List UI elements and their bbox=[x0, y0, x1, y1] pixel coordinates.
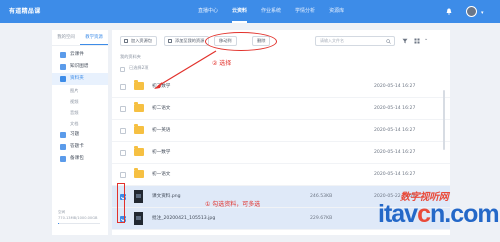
brand-logo[interactable]: 有道精品课 bbox=[9, 6, 41, 15]
file-name[interactable]: 初一英语 bbox=[152, 120, 170, 142]
file-date: 2020-05-14 16:27 bbox=[374, 84, 416, 89]
top-bar: 有道精品课 直播中心 云资料 作业系统 学情分析 资源库 ▾ bbox=[0, 0, 500, 23]
sidebar-item-label: 习题 bbox=[70, 132, 80, 137]
file-name[interactable]: 初二语文 bbox=[152, 98, 170, 120]
image-thumbnail bbox=[134, 190, 143, 203]
breadcrumb[interactable]: 我的资料夹 bbox=[120, 54, 141, 60]
nav-item-homework[interactable]: 作业系统 bbox=[261, 0, 281, 23]
tab-teaching-resources[interactable]: 教学资源 bbox=[80, 30, 108, 45]
search-input[interactable]: 请输入文件名 bbox=[315, 36, 395, 46]
nav-item-analysis[interactable]: 学情分析 bbox=[295, 0, 315, 23]
file-date: 2020-05-14 16:27 bbox=[374, 128, 416, 133]
storage-info: 空间 770.13MB/1000.00GB bbox=[58, 209, 97, 221]
nav-item-library[interactable]: 资源库 bbox=[329, 0, 344, 23]
add-to-resources-button[interactable]: 添加至我的资源 bbox=[164, 36, 210, 46]
sidebar-item-lesson-package[interactable]: 备课包 bbox=[52, 153, 108, 165]
file-name[interactable]: 批注_20200421_105513.jpg bbox=[152, 208, 215, 230]
link-icon bbox=[168, 39, 172, 43]
bell-icon[interactable] bbox=[446, 8, 452, 15]
row-checkbox[interactable] bbox=[120, 172, 126, 178]
search-icon bbox=[386, 38, 391, 44]
chevron-down-icon[interactable]: ▾ bbox=[481, 10, 484, 16]
storage-value: 770.13MB/1000.00GB bbox=[58, 216, 98, 220]
grid-view-icon[interactable] bbox=[414, 38, 420, 44]
graph-icon bbox=[60, 64, 66, 70]
sidebar-item-answer-card[interactable]: 答题卡 bbox=[52, 141, 108, 153]
exercise-icon bbox=[60, 132, 66, 138]
image-thumbnail bbox=[134, 212, 143, 225]
folder-icon bbox=[134, 146, 144, 156]
tab-my-space[interactable]: 我的空间 bbox=[52, 30, 80, 45]
sidebar-item-cloud-courseware[interactable]: 云课件 bbox=[52, 49, 108, 61]
cloud-icon bbox=[60, 52, 66, 58]
highlight-box bbox=[117, 183, 125, 223]
chevron-down-icon[interactable]: ⌄ bbox=[424, 36, 428, 42]
annotation-step-1: ① 勾选资料，可多选 bbox=[205, 201, 261, 208]
app-window: 有道精品课 直播中心 云资料 作业系统 学情分析 资源库 ▾ 我的空间 教学资源… bbox=[0, 0, 500, 242]
folder-icon bbox=[134, 80, 144, 90]
storage-progress-bar bbox=[58, 222, 100, 224]
folder-icon bbox=[134, 168, 144, 178]
sidebar-item-exercises[interactable]: 习题 bbox=[52, 129, 108, 141]
file-row[interactable]: 初一数学 2020-05-14 16:27 bbox=[112, 142, 450, 164]
sidebar-item-label: 备课包 bbox=[70, 156, 84, 161]
watermark-logo-accent: c bbox=[417, 200, 431, 228]
avatar[interactable] bbox=[466, 6, 477, 17]
package-icon bbox=[60, 156, 66, 162]
file-row[interactable]: 初一英语 2020-05-14 16:27 bbox=[112, 120, 450, 142]
filter-icon[interactable] bbox=[402, 38, 408, 44]
folder-icon bbox=[134, 102, 144, 112]
plus-icon bbox=[124, 39, 128, 43]
sidebar-item-label: 知识图谱 bbox=[70, 64, 89, 69]
row-checkbox[interactable] bbox=[120, 128, 126, 134]
file-date: 2020-05-14 16:27 bbox=[374, 172, 416, 177]
scrollbar[interactable] bbox=[443, 90, 445, 150]
sidebar-subitem-audio[interactable]: 音频 bbox=[52, 107, 108, 118]
add-to-resources-label: 添加至我的资源 bbox=[175, 38, 205, 43]
watermark-logo-part: n.com bbox=[430, 200, 500, 228]
sidebar: 我的空间 教学资源 云课件 知识图谱 资料夹 图片 视频 音频 文档 习题 答题… bbox=[52, 30, 108, 235]
sidebar-item-folder[interactable]: 资料夹 bbox=[52, 73, 108, 85]
sidebar-item-label: 云课件 bbox=[70, 52, 84, 57]
search-placeholder: 请输入文件名 bbox=[320, 38, 344, 43]
watermark-logo: itavcn.com bbox=[378, 200, 500, 229]
file-size: 229.67KB bbox=[310, 216, 333, 221]
file-name[interactable]: 初一数学 bbox=[152, 142, 170, 164]
file-name[interactable]: 初一语文 bbox=[152, 164, 170, 186]
nav-item-live[interactable]: 直播中心 bbox=[198, 0, 218, 23]
file-date: 2020-05-14 16:27 bbox=[374, 150, 416, 155]
row-checkbox[interactable] bbox=[120, 150, 126, 156]
file-size: 246.53KB bbox=[310, 194, 333, 199]
arrow-icon bbox=[154, 50, 217, 89]
file-date: 2020-05-14 16:27 bbox=[374, 106, 416, 111]
file-row[interactable]: 初一语文 2020-05-14 16:27 bbox=[112, 164, 450, 186]
card-icon bbox=[60, 144, 66, 150]
main-nav: 直播中心 云资料 作业系统 学情分析 资源库 bbox=[198, 0, 358, 23]
sidebar-item-knowledge-graph[interactable]: 知识图谱 bbox=[52, 61, 108, 73]
file-row[interactable]: 初二语文 2020-05-14 16:27 bbox=[112, 98, 450, 120]
row-checkbox[interactable] bbox=[120, 106, 126, 112]
sidebar-subitem-images[interactable]: 图片 bbox=[52, 85, 108, 96]
sidebar-item-label: 资料夹 bbox=[70, 76, 84, 81]
nav-item-cloud[interactable]: 云资料 bbox=[232, 0, 248, 23]
file-name[interactable]: 课文资料.png bbox=[152, 186, 181, 208]
add-to-package-label: 加入资源包 bbox=[131, 38, 152, 43]
row-checkbox[interactable] bbox=[120, 84, 126, 90]
folder-icon bbox=[60, 76, 66, 82]
sidebar-subitem-videos[interactable]: 视频 bbox=[52, 96, 108, 107]
selected-count: 已选择2项 bbox=[129, 65, 149, 70]
add-to-package-button[interactable]: 加入资源包 bbox=[120, 36, 157, 46]
folder-icon bbox=[134, 124, 144, 134]
sidebar-subitem-docs[interactable]: 文档 bbox=[52, 118, 108, 129]
select-all-checkbox[interactable] bbox=[120, 67, 125, 72]
sidebar-item-label: 答题卡 bbox=[70, 144, 84, 149]
sidebar-tabs: 我的空间 教学资源 bbox=[52, 30, 108, 46]
watermark-logo-part: itav bbox=[378, 200, 418, 228]
